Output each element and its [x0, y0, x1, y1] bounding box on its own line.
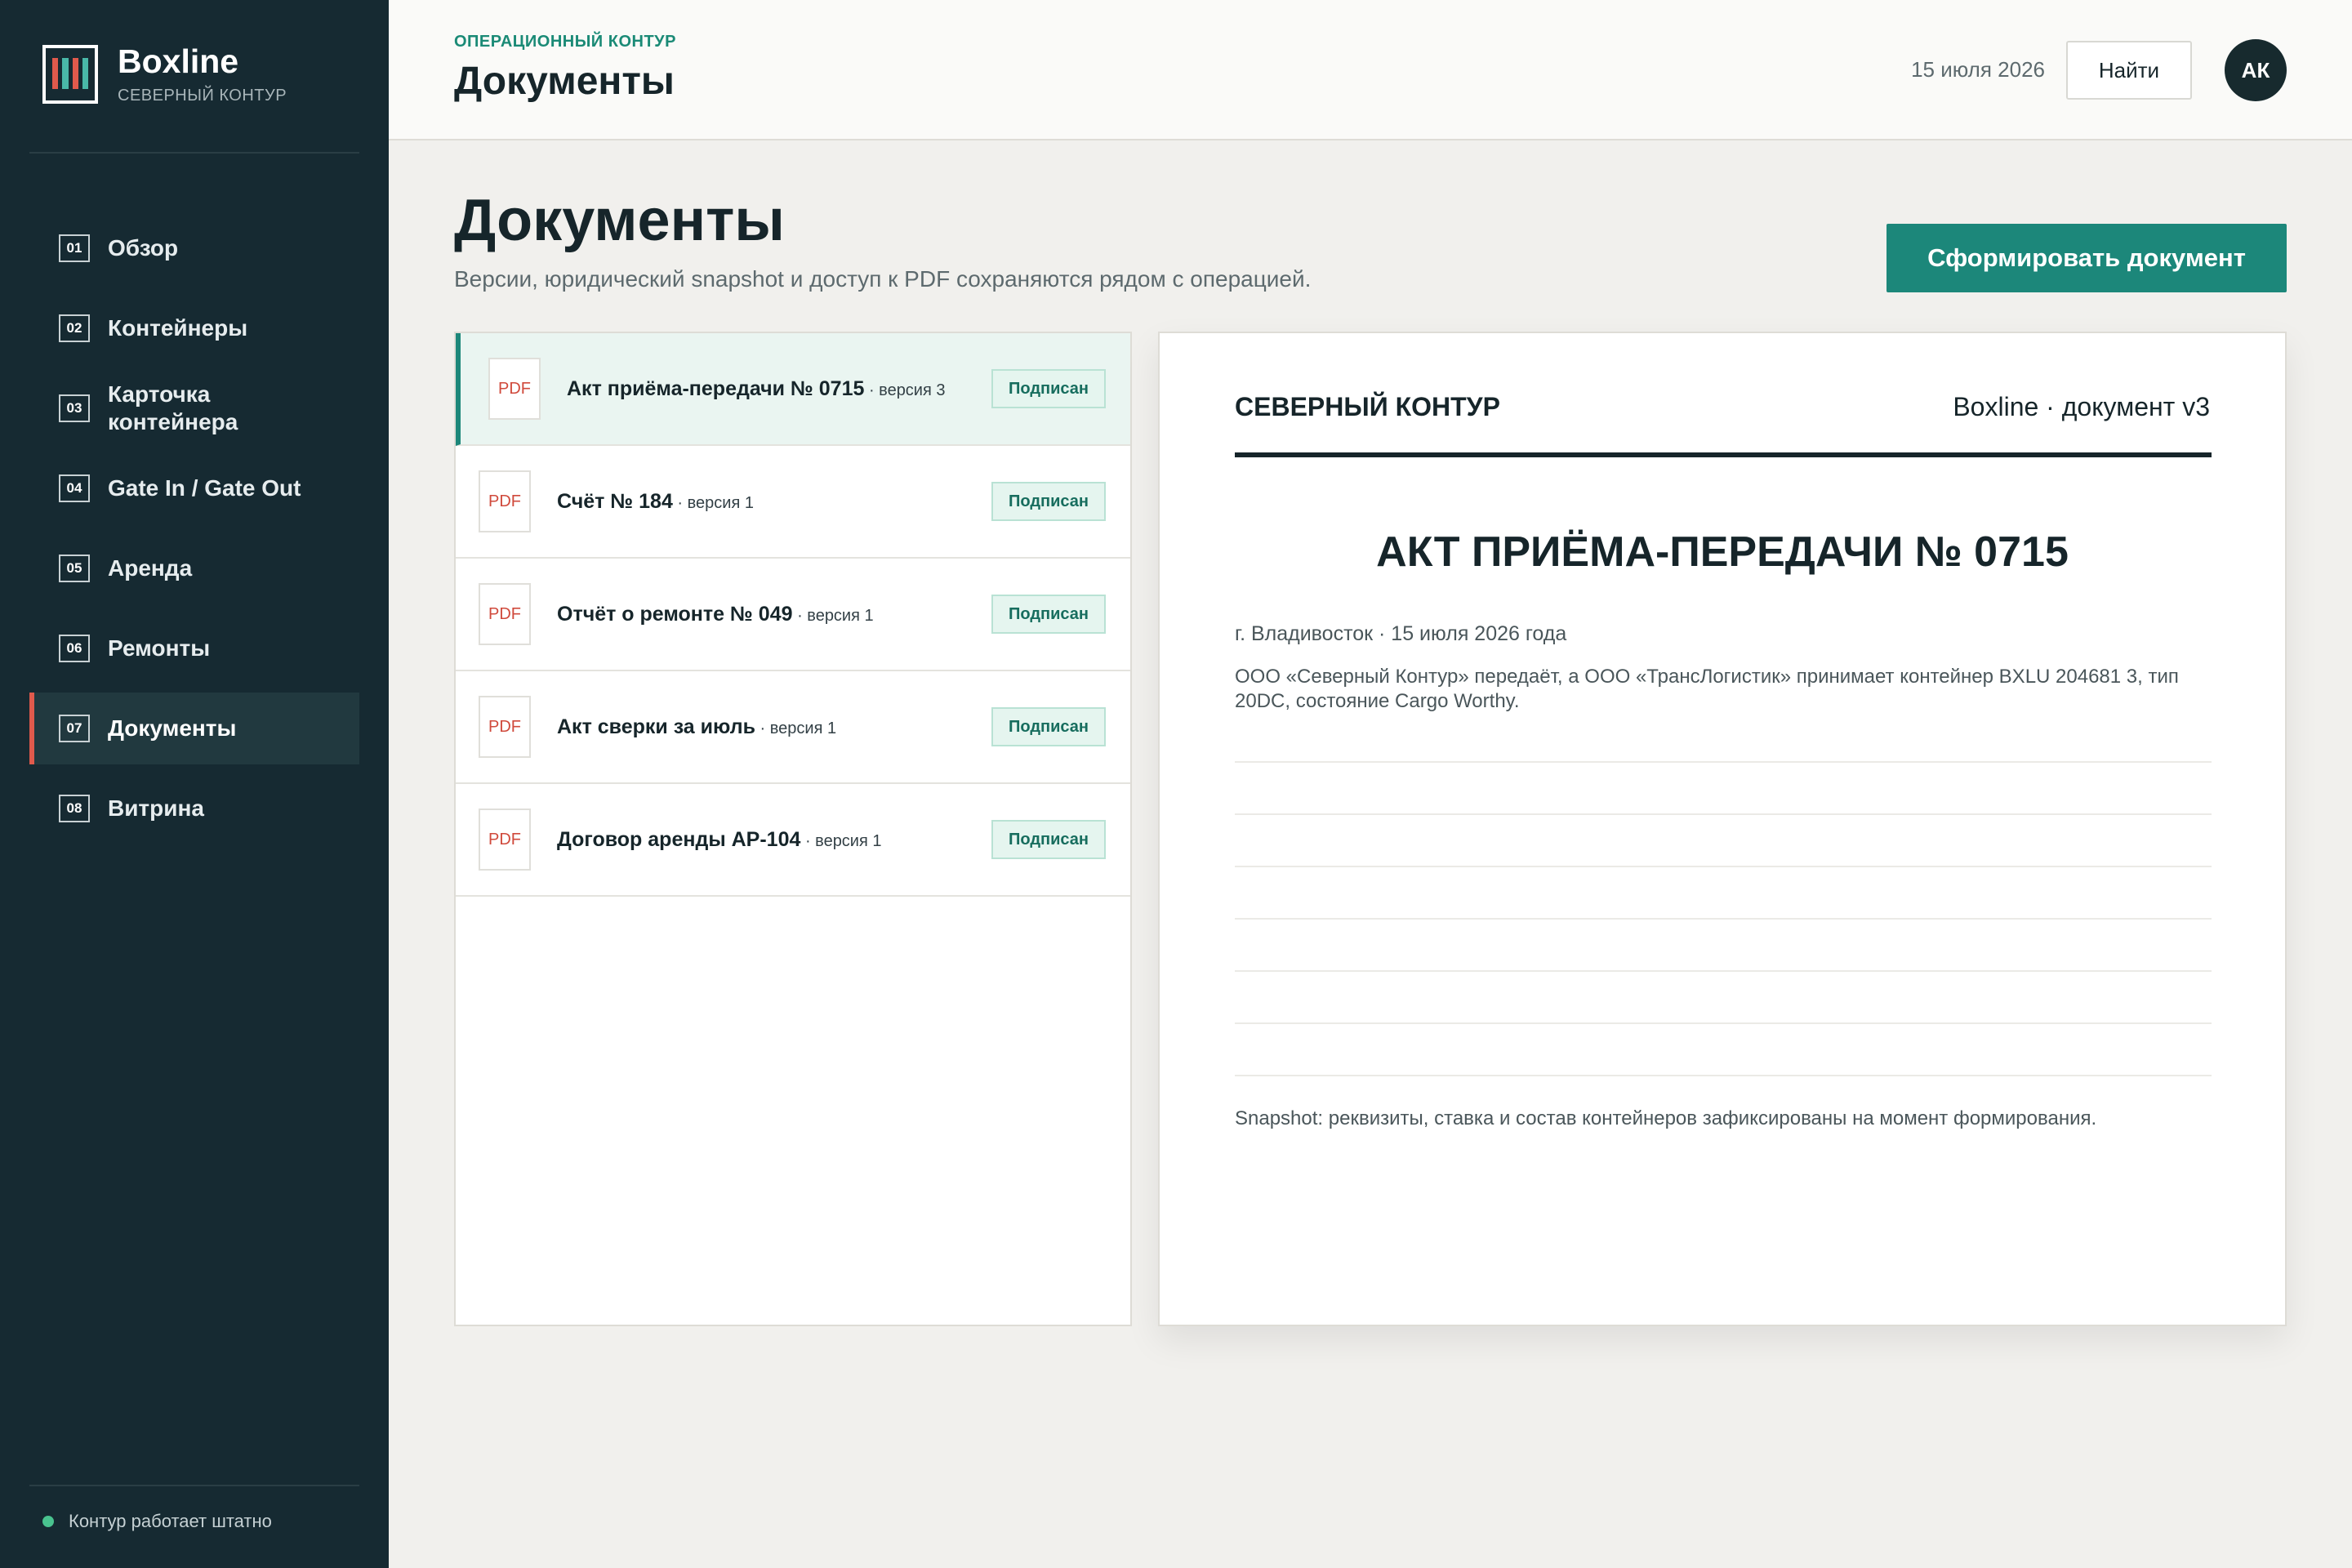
logo-bar	[72, 57, 78, 89]
document-title: Договор аренды AP-104 · версия 1	[557, 828, 882, 852]
nav-number: 03	[59, 394, 90, 422]
generate-document-button[interactable]: Сформировать документ	[1886, 224, 2287, 292]
nav-number: 07	[59, 715, 90, 742]
sidebar-item-showcase[interactable]: 08 Витрина	[29, 773, 359, 844]
preview-document-title: АКТ ПРИЁМА-ПЕРЕДАЧИ № 0715	[1376, 528, 2069, 576]
document-row[interactable]: PDF Акт сверки за июль · версия 1 Подпис…	[456, 671, 1130, 784]
preview-header-rule	[1235, 452, 2212, 457]
sidebar-item-rent[interactable]: 05 Аренда	[29, 532, 359, 604]
avatar[interactable]: АК	[2225, 39, 2287, 101]
brand-text: Boxline СЕВЕРНЫЙ КОНТУР	[118, 42, 287, 105]
status-text: Контур работает штатно	[69, 1511, 272, 1531]
preview-text-line	[1235, 918, 2212, 920]
preview-organization: СЕВЕРНЫЙ КОНТУР	[1235, 392, 1500, 421]
preview-text-line	[1235, 761, 2212, 763]
document-list: PDF Акт приёма-передачи № 0715 · версия …	[454, 332, 1132, 1326]
preview-meta: Boxline · документ v3	[1953, 392, 2210, 421]
logo-bar	[62, 57, 69, 89]
document-row[interactable]: PDF Акт приёма-передачи № 0715 · версия …	[456, 333, 1130, 446]
preview-text-line	[1235, 1075, 2212, 1076]
sidebar-nav: 01 Обзор 02 Контейнеры 03 Карточка конте…	[29, 212, 359, 853]
status-dot-icon	[42, 1516, 54, 1527]
nav-number: 08	[59, 795, 90, 822]
sidebar-item-label: Gate In / Gate Out	[108, 475, 301, 501]
document-title: Счёт № 184 · версия 1	[557, 490, 754, 514]
status-badge: Подписан	[991, 482, 1106, 521]
nav-number: 04	[59, 474, 90, 502]
sidebar-item-label: Контейнеры	[108, 315, 248, 341]
document-name: Акт сверки за июль	[557, 715, 755, 738]
sidebar-item-documents[interactable]: 07 Документы	[29, 693, 359, 764]
sidebar-item-label: Аренда	[108, 555, 193, 581]
find-button[interactable]: Найти	[2066, 41, 2192, 100]
document-name: Счёт № 184	[557, 489, 673, 513]
brand-name: Boxline	[118, 42, 239, 80]
sidebar-item-label: Обзор	[108, 235, 179, 261]
logo-bar	[82, 57, 88, 89]
preview-place-date: г. Владивосток · 15 июля 2026 года	[1235, 622, 1567, 645]
document-title: Акт приёма-передачи № 0715 · версия 3	[567, 377, 946, 401]
sidebar-item-label: Документы	[108, 715, 237, 741]
document-row[interactable]: PDF Договор аренды AP-104 · версия 1 Под…	[456, 784, 1130, 897]
sidebar-item-repairs[interactable]: 06 Ремонты	[29, 612, 359, 684]
status-badge: Подписан	[991, 707, 1106, 746]
nav-number: 06	[59, 635, 90, 662]
preview-text-line	[1235, 866, 2212, 867]
pdf-file-icon: PDF	[479, 808, 531, 871]
document-version: · версия 1	[792, 606, 874, 625]
pdf-file-icon: PDF	[479, 583, 531, 645]
status-badge: Подписан	[991, 820, 1106, 859]
document-row[interactable]: PDF Счёт № 184 · версия 1 Подписан	[456, 446, 1130, 559]
sidebar: Boxline СЕВЕРНЫЙ КОНТУР 01 Обзор 02 Конт…	[0, 0, 389, 1568]
topbar: ОПЕРАЦИОННЫЙ КОНТУР Документы 15 июля 20…	[389, 0, 2352, 140]
sidebar-item-containers[interactable]: 02 Контейнеры	[29, 292, 359, 364]
sidebar-item-container-card[interactable]: 03 Карточка контейнера	[29, 372, 359, 444]
document-name: Акт приёма-передачи № 0715	[567, 376, 865, 400]
preview-snapshot-note: Snapshot: реквизиты, ставка и состав кон…	[1235, 1107, 2097, 1129]
system-status: Контур работает штатно	[42, 1511, 272, 1532]
sidebar-divider	[29, 1485, 359, 1486]
sidebar-item-label: Витрина	[108, 795, 204, 821]
sidebar-item-label: Карточка контейнера	[108, 381, 238, 434]
page-subtitle: Версии, юридический snapshot и доступ к …	[454, 266, 1312, 292]
nav-number: 02	[59, 314, 90, 342]
document-name: Отчёт о ремонте № 049	[557, 602, 793, 626]
preview-body-text: ООО «Северный Контур» передаёт, а ООО «Т…	[1235, 666, 2179, 712]
page-title: Документы	[454, 188, 785, 253]
topbar-title: Документы	[454, 60, 675, 103]
status-badge: Подписан	[991, 369, 1106, 408]
section-eyebrow: ОПЕРАЦИОННЫЙ КОНТУР	[454, 33, 676, 51]
nav-number: 01	[59, 234, 90, 262]
sidebar-item-gate[interactable]: 04 Gate In / Gate Out	[29, 452, 359, 524]
pdf-file-icon: PDF	[479, 696, 531, 758]
sidebar-divider	[29, 152, 359, 154]
document-version: · версия 1	[672, 493, 754, 512]
sidebar-item-overview[interactable]: 01 Обзор	[29, 212, 359, 284]
brand-subtitle: СЕВЕРНЫЙ КОНТУР	[118, 87, 287, 105]
document-version: · версия 3	[864, 381, 946, 399]
preview-text-line	[1235, 970, 2212, 972]
document-version: · версия 1	[755, 719, 837, 737]
status-badge: Подписан	[991, 595, 1106, 634]
document-name: Договор аренды AP-104	[557, 827, 801, 851]
document-version: · версия 1	[800, 831, 882, 850]
document-title: Отчёт о ремонте № 049 · версия 1	[557, 603, 874, 626]
document-preview: СЕВЕРНЫЙ КОНТУР Boxline · документ v3 АК…	[1158, 332, 2287, 1326]
sidebar-item-label: Ремонты	[108, 635, 211, 661]
document-title: Акт сверки за июль · версия 1	[557, 715, 836, 739]
logo-bar	[52, 57, 59, 89]
preview-text-line	[1235, 813, 2212, 815]
current-date: 15 июля 2026	[1911, 57, 2045, 82]
nav-number: 05	[59, 555, 90, 582]
boxline-logo-icon	[42, 44, 98, 104]
pdf-file-icon: PDF	[479, 470, 531, 532]
pdf-file-icon: PDF	[488, 358, 541, 420]
document-row[interactable]: PDF Отчёт о ремонте № 049 · версия 1 Под…	[456, 559, 1130, 671]
brand[interactable]: Boxline СЕВЕРНЫЙ КОНТУР	[42, 42, 287, 105]
preview-text-line	[1235, 1022, 2212, 1024]
